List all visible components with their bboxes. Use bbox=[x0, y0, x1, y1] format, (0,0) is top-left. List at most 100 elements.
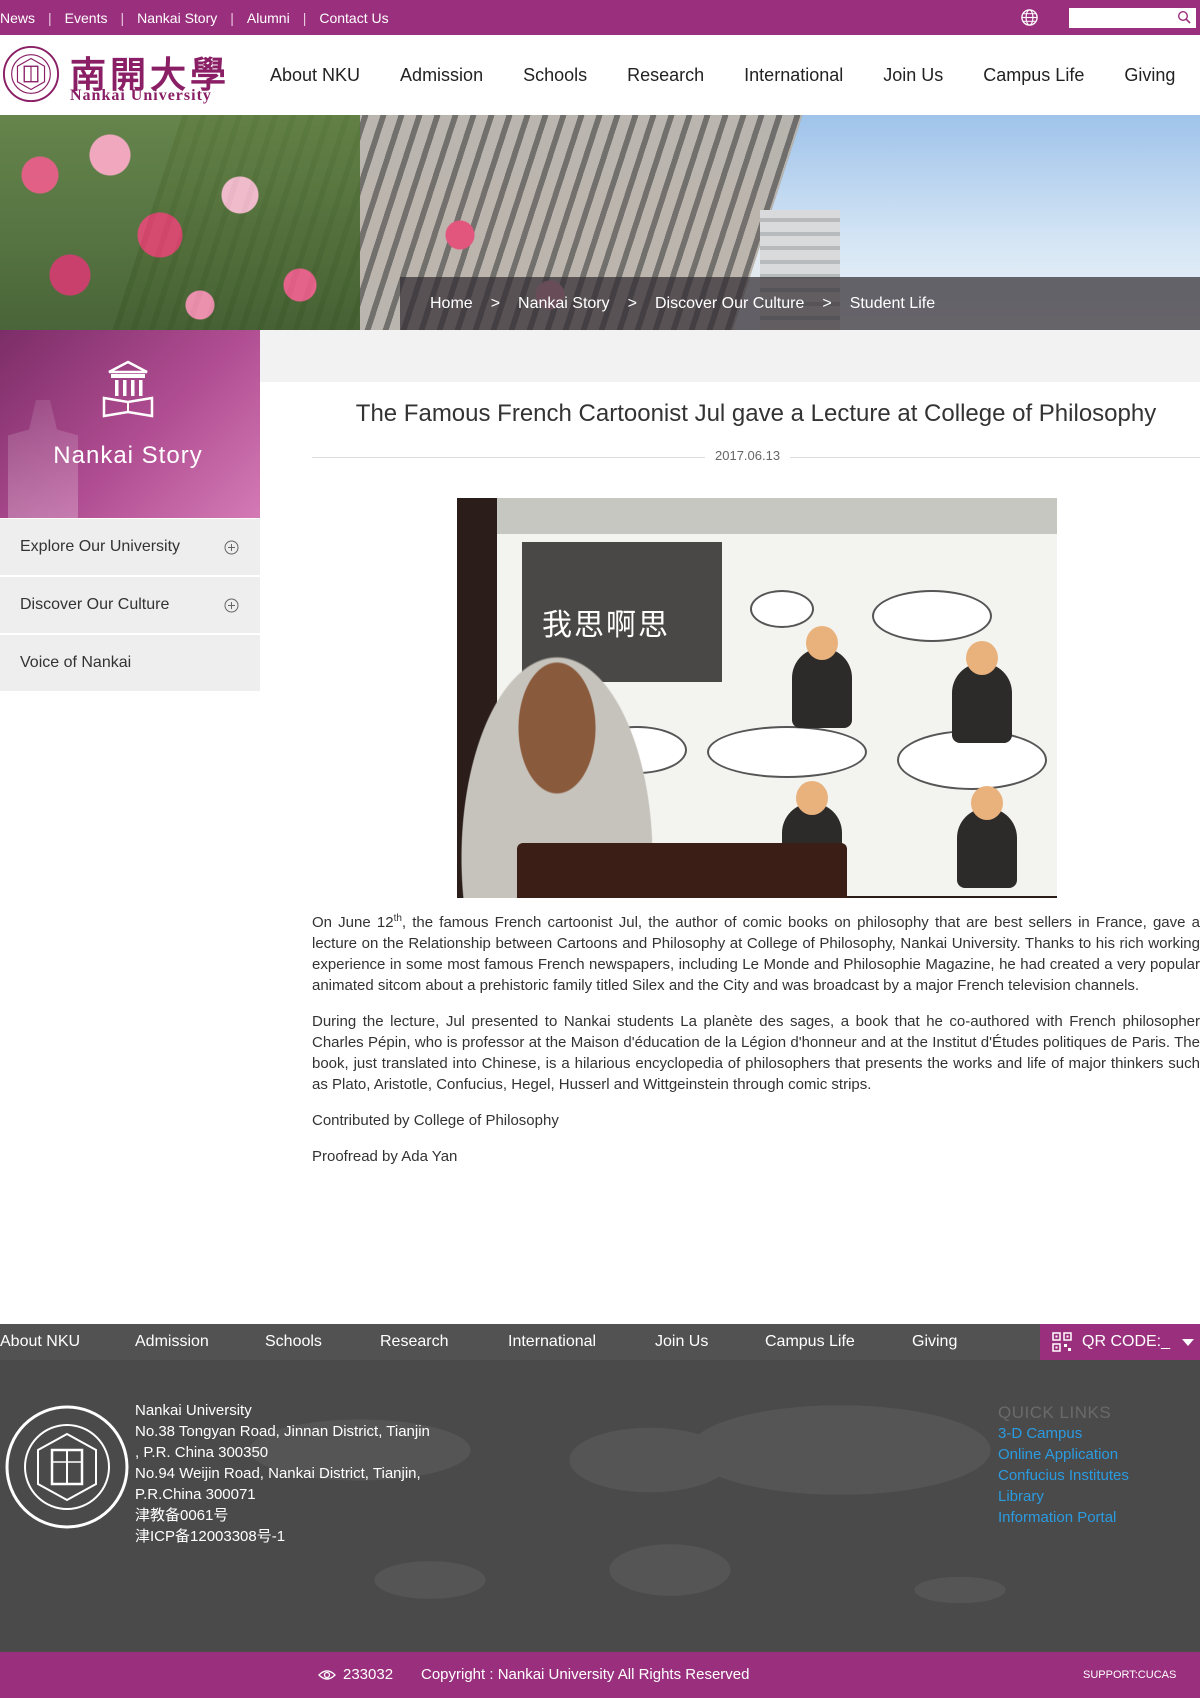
cartoon-figure bbox=[792, 626, 852, 728]
quick-links-title: QUICK LINKS bbox=[998, 1403, 1112, 1422]
top-link-contact-us[interactable]: Contact Us bbox=[319, 10, 388, 26]
copyright-text: Copyright : Nankai University All Rights… bbox=[421, 1666, 750, 1683]
plus-circle-icon[interactable] bbox=[224, 540, 239, 555]
top-bar: News | Events | Nankai Story | Alumni | … bbox=[0, 0, 1200, 35]
breadcrumb-separator: > bbox=[490, 294, 501, 312]
footer-address: Nankai University No.38 Tongyan Road, Ji… bbox=[135, 1400, 455, 1547]
cartoon-figure bbox=[957, 786, 1017, 888]
top-link-news[interactable]: News bbox=[0, 10, 35, 26]
address-line: 津教备0061号 bbox=[135, 1507, 229, 1524]
sidebar-header: Nankai Story bbox=[0, 330, 260, 518]
breadcrumb: Home > Nankai Story > Discover Our Cultu… bbox=[400, 277, 1200, 330]
speech-bubble bbox=[872, 590, 992, 642]
top-links: News | Events | Nankai Story | Alumni | … bbox=[0, 0, 389, 35]
article-date: 2017.06.13 bbox=[705, 448, 791, 463]
nav-international[interactable]: International bbox=[744, 65, 843, 86]
footer-nav-international[interactable]: International bbox=[508, 1333, 655, 1351]
content-top-bar bbox=[260, 330, 1200, 382]
separator: | bbox=[48, 9, 52, 26]
address-line: , P.R. China 300350 bbox=[135, 1444, 269, 1461]
quick-link-library[interactable]: Library bbox=[998, 1486, 1198, 1507]
top-link-events[interactable]: Events bbox=[65, 10, 108, 26]
nav-about-nku[interactable]: About NKU bbox=[270, 65, 360, 86]
article-body: On June 12th, the famous French cartooni… bbox=[312, 912, 1200, 1182]
eye-icon bbox=[318, 1670, 336, 1680]
nav-join-us[interactable]: Join Us bbox=[883, 65, 943, 86]
address-line: P.R.China 300071 bbox=[135, 1486, 256, 1503]
nav-admission[interactable]: Admission bbox=[400, 65, 483, 86]
separator: | bbox=[230, 9, 234, 26]
breadcrumb-discover-our-culture[interactable]: Discover Our Culture bbox=[655, 295, 804, 313]
footer-nav-items: About NKU Admission Schools Research Int… bbox=[0, 1324, 992, 1360]
site-footer: Nankai University No.38 Tongyan Road, Ji… bbox=[0, 1360, 1200, 1652]
banner-flowers bbox=[0, 115, 360, 330]
sidebar-item-explore-our-university[interactable]: Explore Our University bbox=[0, 518, 260, 575]
address-line: 津ICP备12003308号-1 bbox=[135, 1528, 286, 1545]
footer-nav-join-us[interactable]: Join Us bbox=[655, 1333, 765, 1351]
cartoon-figure bbox=[952, 641, 1012, 743]
separator: | bbox=[302, 9, 307, 26]
footer-nav-admission[interactable]: Admission bbox=[135, 1333, 265, 1351]
top-link-nankai-story[interactable]: Nankai Story bbox=[137, 10, 217, 26]
sidebar-item-discover-our-culture[interactable]: Discover Our Culture bbox=[0, 576, 260, 633]
sidebar-item-voice-of-nankai[interactable]: Voice of Nankai bbox=[0, 634, 260, 691]
breadcrumb-separator: > bbox=[822, 294, 832, 312]
logo-english-name[interactable]: Nankai University bbox=[70, 87, 212, 105]
sidebar-item-label: Voice of Nankai bbox=[20, 654, 132, 671]
article-proofreader: Proofread by Ada Yan bbox=[312, 1148, 458, 1165]
quick-link-online-application[interactable]: Online Application bbox=[998, 1444, 1198, 1465]
article-contributor: Contributed by College of Philosophy bbox=[312, 1112, 559, 1129]
seal-icon[interactable] bbox=[2, 45, 60, 103]
quick-link-information-portal[interactable]: Information Portal bbox=[998, 1507, 1198, 1528]
article-paragraph: During the lecture, Jul presented to Nan… bbox=[312, 1013, 1200, 1093]
address-line: No.94 Weijin Road, Nankai District, Tian… bbox=[135, 1465, 421, 1482]
article-photo: 我思啊思 bbox=[457, 498, 1057, 898]
separator: | bbox=[120, 9, 125, 26]
address-line: No.38 Tongyan Road, Jinnan District, Tia… bbox=[135, 1423, 430, 1440]
sidebar-item-label: Discover Our Culture bbox=[20, 596, 170, 613]
plus-circle-icon[interactable] bbox=[224, 598, 239, 613]
qr-code-label: QR CODE:_ bbox=[1082, 1333, 1171, 1350]
qr-code-dropdown[interactable]: QR CODE:_ bbox=[1040, 1324, 1200, 1360]
globe-icon[interactable] bbox=[1020, 8, 1039, 27]
caret-down-icon bbox=[1182, 1338, 1195, 1346]
qr-code-icon bbox=[1052, 1332, 1072, 1352]
breadcrumb-student-life: Student Life bbox=[849, 294, 936, 312]
footer-nav: About NKU Admission Schools Research Int… bbox=[0, 1324, 1200, 1360]
visit-counter: 233032 bbox=[343, 1666, 394, 1683]
top-link-alumni[interactable]: Alumni bbox=[247, 10, 290, 26]
banner-image: Home > Nankai Story > Discover Our Cultu… bbox=[0, 115, 1200, 330]
search-icon[interactable] bbox=[1177, 10, 1191, 24]
breadcrumb-nankai-story[interactable]: Nankai Story bbox=[518, 295, 610, 313]
quick-link-3d-campus[interactable]: 3-D Campus bbox=[998, 1423, 1198, 1444]
bottom-bar: 233032 Copyright : Nankai University All… bbox=[0, 1652, 1200, 1698]
seal-icon bbox=[5, 1405, 129, 1529]
nav-research[interactable]: Research bbox=[627, 65, 704, 86]
support-link[interactable]: SUPPORT:CUCAS bbox=[1083, 1669, 1176, 1681]
nav-giving[interactable]: Giving bbox=[1124, 65, 1175, 86]
footer-nav-campus-life[interactable]: Campus Life bbox=[765, 1333, 912, 1351]
breadcrumb-separator: > bbox=[627, 294, 637, 312]
speech-bubble bbox=[707, 726, 867, 778]
screen-toolbar bbox=[497, 498, 1057, 534]
speech-bubble bbox=[750, 590, 814, 628]
sidebar-item-label: Explore Our University bbox=[20, 538, 181, 555]
footer-nav-about-nku[interactable]: About NKU bbox=[0, 1333, 135, 1351]
footer-nav-giving[interactable]: Giving bbox=[912, 1333, 992, 1351]
quick-links: QUICK LINKS 3-D Campus Online Applicatio… bbox=[998, 1402, 1198, 1528]
footer-nav-schools[interactable]: Schools bbox=[265, 1333, 380, 1351]
article-title: The Famous French Cartoonist Jul gave a … bbox=[355, 400, 1157, 427]
article-paragraph: On June 12th, the famous French cartooni… bbox=[312, 913, 1200, 995]
address-line: Nankai University bbox=[135, 1402, 252, 1419]
site-header: 南開大學 Nankai University About NKU Admissi… bbox=[0, 35, 1200, 115]
podium bbox=[517, 843, 847, 898]
book-building-icon bbox=[102, 360, 154, 418]
nav-schools[interactable]: Schools bbox=[523, 65, 587, 86]
sidebar-title: Nankai Story bbox=[53, 442, 203, 469]
slide-board-text: 我思啊思 bbox=[542, 608, 670, 643]
quick-link-confucius-institutes[interactable]: Confucius Institutes bbox=[998, 1465, 1198, 1486]
breadcrumb-home[interactable]: Home bbox=[430, 295, 473, 313]
main-nav: About NKU Admission Schools Research Int… bbox=[270, 35, 1200, 115]
nav-campus-life[interactable]: Campus Life bbox=[983, 65, 1084, 86]
footer-nav-research[interactable]: Research bbox=[380, 1333, 508, 1351]
